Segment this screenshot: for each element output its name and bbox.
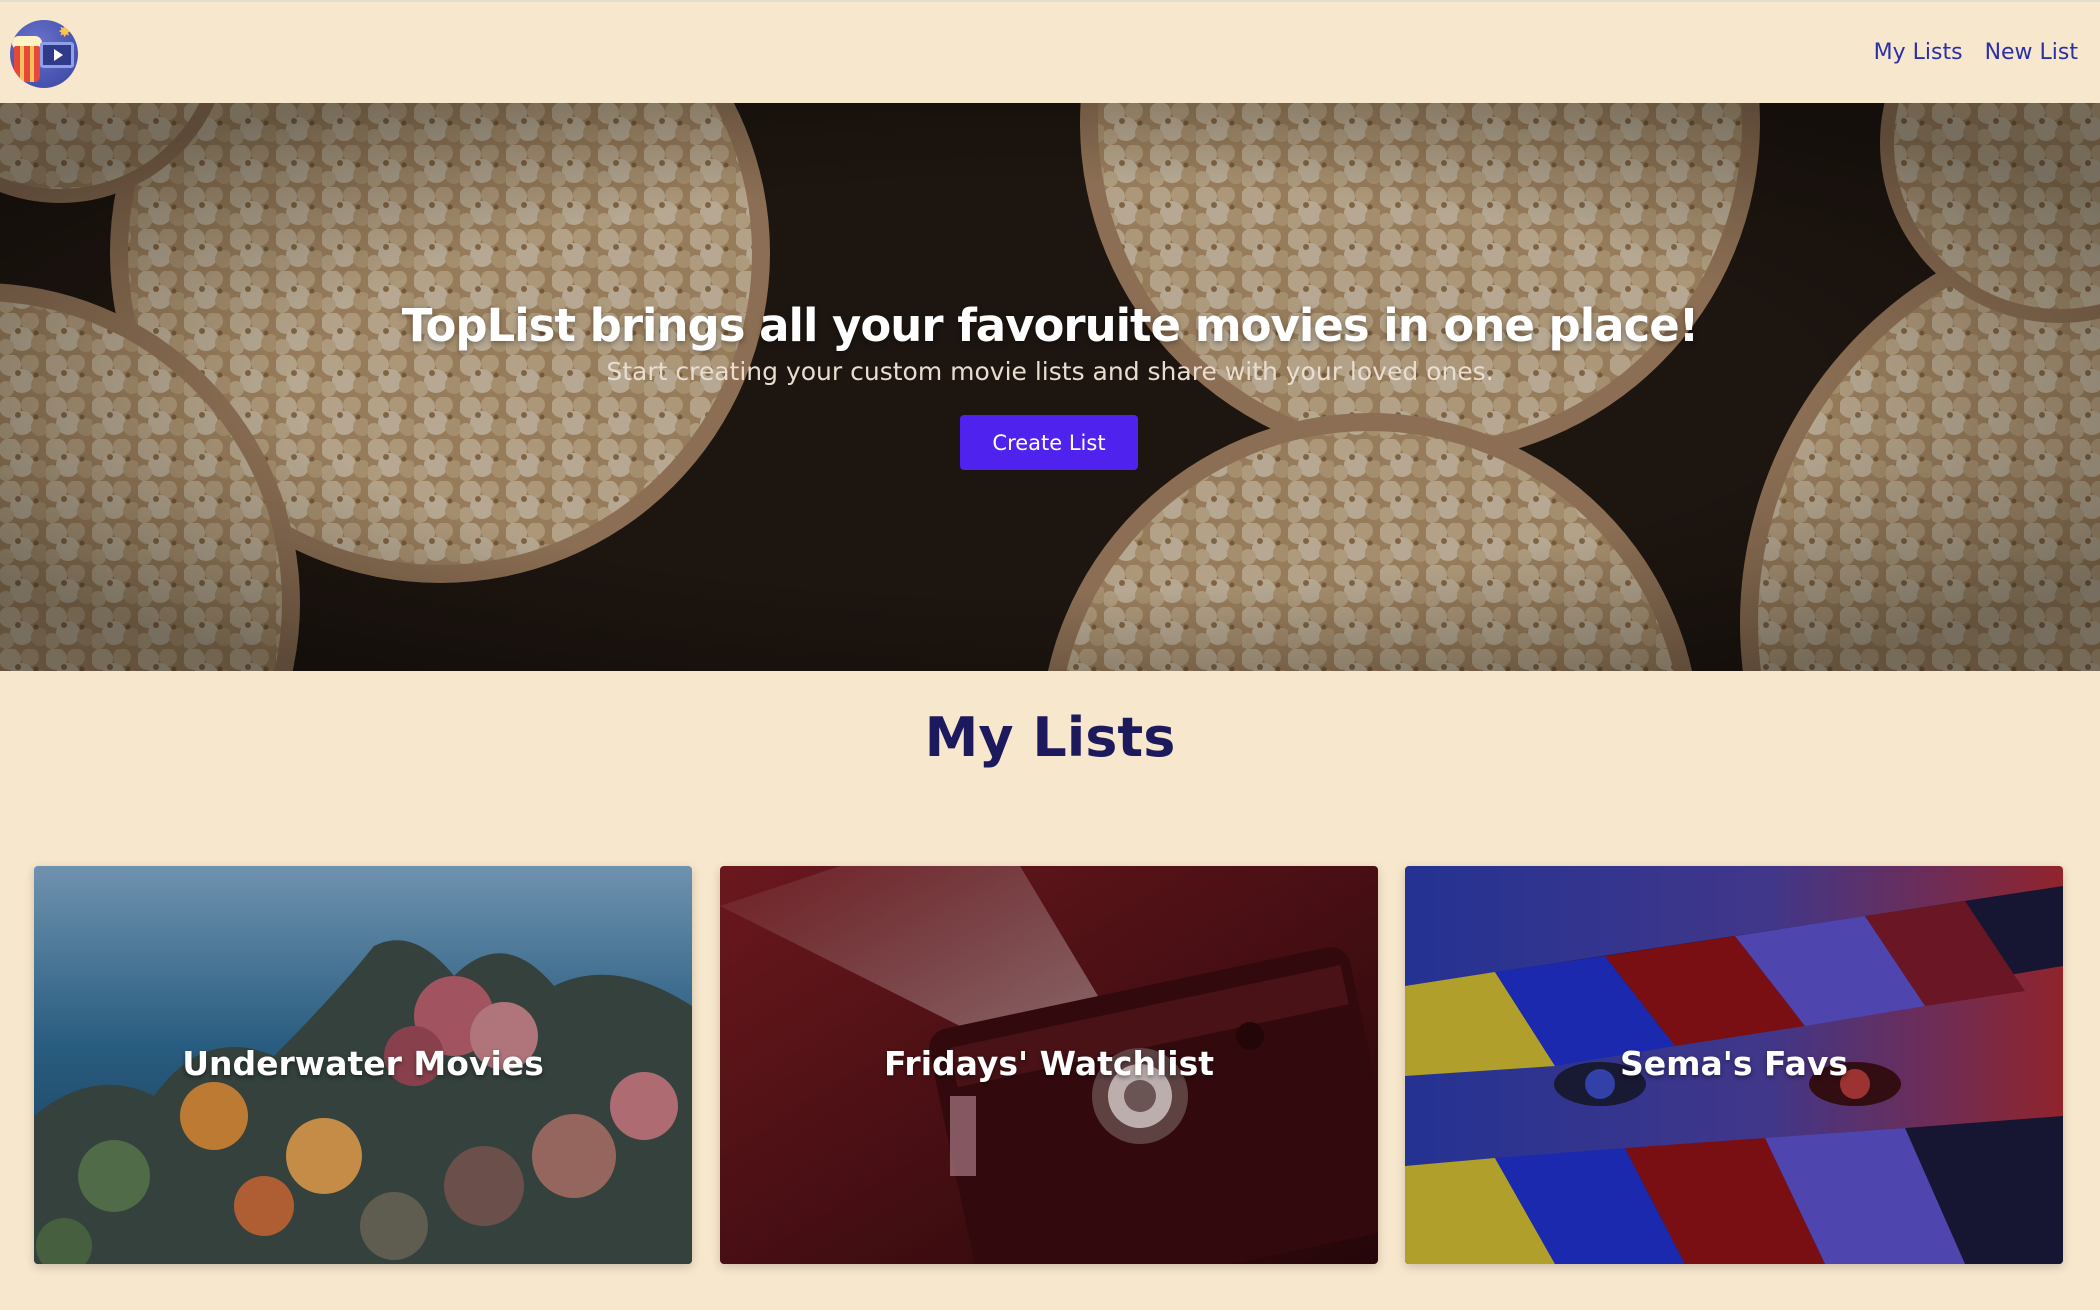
my-lists-heading: My Lists bbox=[924, 706, 1176, 769]
hero-overlay bbox=[0, 103, 2100, 671]
list-card-underwater-movies[interactable]: Underwater Movies bbox=[34, 866, 692, 1264]
hero-title: TopList brings all your favoruite movies… bbox=[401, 299, 1700, 352]
popcorn-bucket-shape bbox=[14, 46, 40, 82]
hero-banner: TopList brings all your favoruite movies… bbox=[0, 103, 2100, 671]
nav-link-my-lists[interactable]: My Lists bbox=[1874, 40, 1963, 65]
list-card-semas-favs[interactable]: Sema's Favs bbox=[1405, 866, 2063, 1264]
create-list-button[interactable]: Create List bbox=[960, 415, 1138, 470]
popcorn-film-logo-icon[interactable]: ✸ bbox=[10, 20, 78, 88]
list-card-title: Sema's Favs bbox=[1619, 1044, 1849, 1083]
main-nav: My Lists New List bbox=[1874, 40, 2078, 65]
top-header: ✸ My Lists New List bbox=[0, 0, 2100, 103]
play-icon bbox=[54, 49, 63, 61]
nav-link-new-list[interactable]: New List bbox=[1985, 40, 2078, 65]
list-card-title: Fridays' Watchlist bbox=[884, 1044, 1214, 1083]
hero-subtitle: Start creating your custom movie lists a… bbox=[606, 357, 1494, 386]
star-icon: ✸ bbox=[58, 22, 72, 41]
list-card-title: Underwater Movies bbox=[182, 1044, 544, 1083]
list-card-fridays-watchlist[interactable]: Fridays' Watchlist bbox=[720, 866, 1378, 1264]
